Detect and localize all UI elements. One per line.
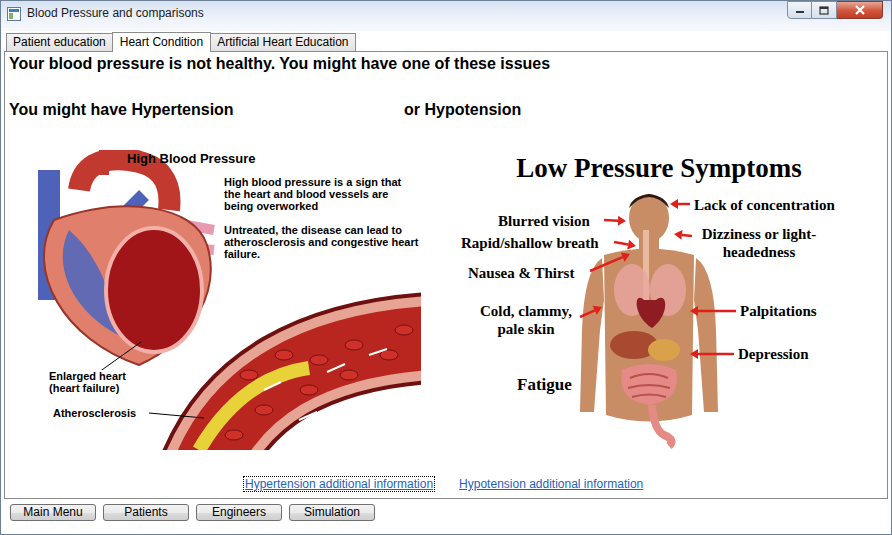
window-controls <box>787 1 883 19</box>
nav-button[interactable]: Engineers <box>196 504 282 521</box>
symptom-label: Lack of concentration <box>694 196 835 214</box>
maximize-icon <box>819 6 829 15</box>
figure-text: High blood pressure is a sign that the h… <box>224 176 419 260</box>
symptom-label: Cold, clammy, pale skin <box>472 302 580 338</box>
symptom-label: Depression <box>738 345 809 363</box>
condition-label: You might have Hypertension <box>9 100 404 120</box>
figure-title: High Blood Pressure <box>127 151 256 166</box>
condition-label: or Hypotension <box>404 100 883 120</box>
figure-paragraph: High blood pressure is a sign that the h… <box>224 176 419 212</box>
info-link[interactable]: Hypertension additional information <box>243 476 435 492</box>
tab[interactable]: Artificial Heart Education <box>210 33 355 51</box>
tab-panel: Your blood pressure is not healthy. You … <box>4 51 888 499</box>
nav-buttons: Main Menu Patients Engineers Simulation <box>1 504 891 521</box>
window-title: Blood Pressure and comparisons <box>27 6 787 20</box>
tab-label[interactable]: Artificial Heart Education <box>217 35 348 49</box>
tab[interactable]: Patient education <box>6 33 113 51</box>
human-body-icon <box>454 150 864 450</box>
symptom-label: Dizziness or light-headedness <box>694 225 824 261</box>
figures: High Blood Pressure High blood pressure i… <box>9 150 883 450</box>
figure-paragraph: Untreated, the disease can lead to ather… <box>224 224 419 260</box>
symptom-label: Fatigue <box>517 376 572 394</box>
nav-button[interactable]: Simulation <box>289 504 375 521</box>
title-bar: Blood Pressure and comparisons <box>1 1 891 31</box>
figure-label: Enlarged heart (heart failure) <box>49 370 149 394</box>
tab-strip: Patient education Heart Condition Artifici… <box>1 31 891 51</box>
symptom-label: Palpitations <box>740 302 817 320</box>
heading: Your blood pressure is not healthy. You … <box>9 54 883 74</box>
close-button[interactable] <box>837 1 883 19</box>
symptom-label: Rapid/shallow breath <box>461 234 599 252</box>
tab-label[interactable]: Patient education <box>13 35 106 49</box>
maximize-button[interactable] <box>812 1 837 19</box>
tab[interactable]: Heart Condition <box>112 32 211 52</box>
symptom-label: Blurred vision <box>498 212 590 230</box>
info-links: Hypertension additional information Hypot… <box>9 476 883 492</box>
figure-label: Atherosclerosis <box>53 407 149 419</box>
symptom-label: Nausea & Thirst <box>468 264 574 282</box>
app-icon <box>7 7 21 21</box>
condition-options: You might have Hypertensionor Hypotensio… <box>9 100 883 120</box>
close-icon <box>854 5 866 15</box>
tab-label[interactable]: Heart Condition <box>120 35 203 49</box>
nav-button[interactable]: Main Menu <box>10 504 96 521</box>
minimize-icon <box>795 6 805 14</box>
figure-title: Low Pressure Symptoms <box>454 152 864 184</box>
hypertension-figure: High Blood Pressure High blood pressure i… <box>9 150 421 450</box>
info-link[interactable]: Hypotension additional information <box>457 476 645 492</box>
minimize-button[interactable] <box>787 1 812 19</box>
nav-button[interactable]: Patients <box>103 504 189 521</box>
hypotension-figure: Low Pressure Symptoms Lack of concentrati… <box>454 150 864 450</box>
